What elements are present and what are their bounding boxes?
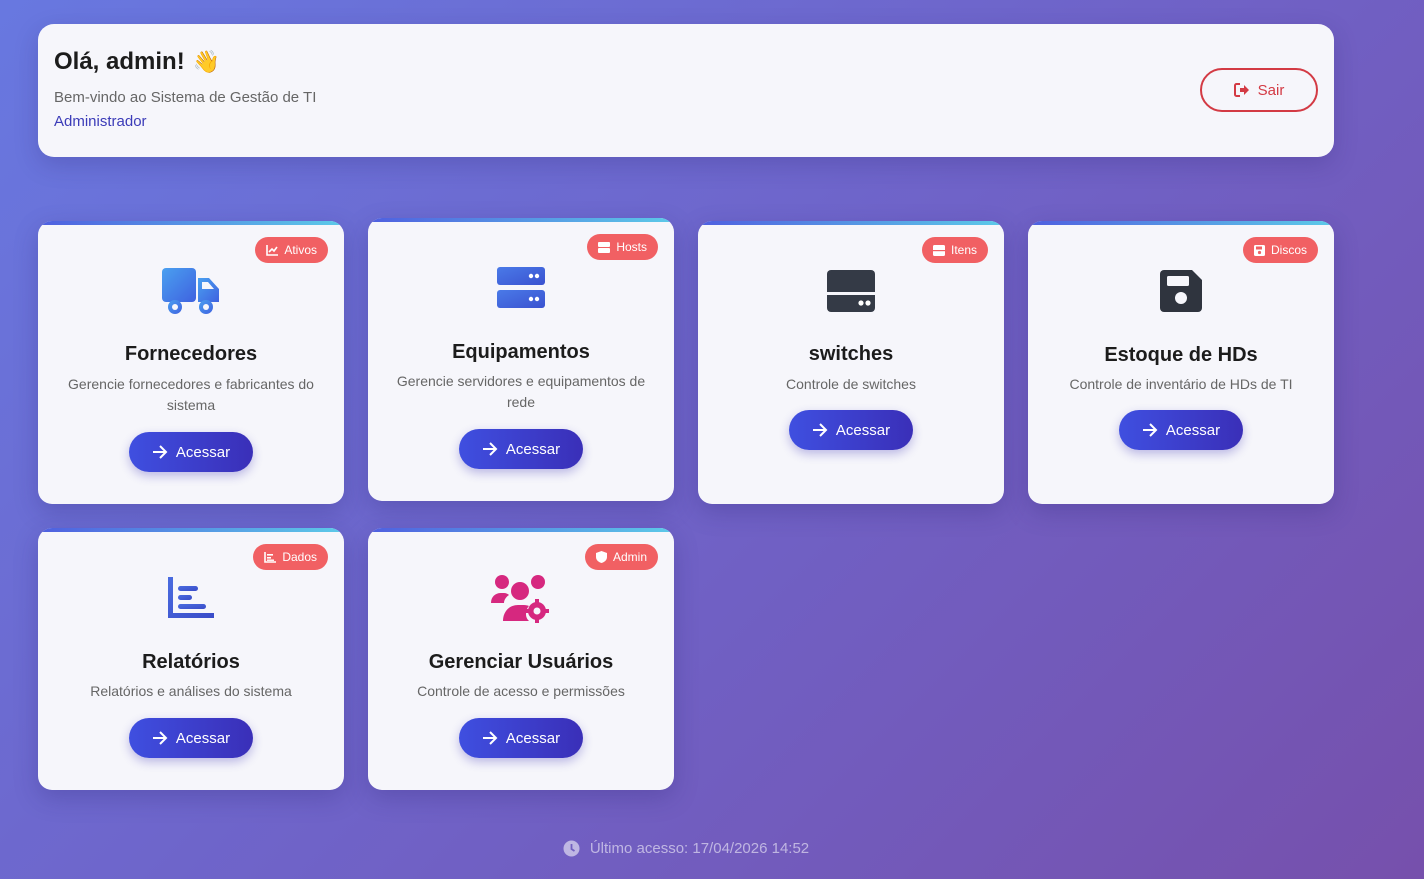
user-role: Administrador (54, 113, 147, 130)
welcome-subtitle: Bem-vindo ao Sistema de Gestão de TI (54, 89, 317, 106)
arrow-right-icon (482, 731, 498, 745)
arrow-right-icon (1142, 423, 1158, 437)
card-description: Controle de inventário de HDs de TI (1069, 376, 1293, 392)
status-badge: Dados (253, 544, 328, 570)
card-fornecedores: Ativos Fornecedores Gerencie fornecedore… (38, 221, 344, 504)
card-title: Equipamentos (452, 341, 590, 363)
arrow-right-icon (152, 731, 168, 745)
access-button[interactable]: Acessar (1119, 410, 1243, 450)
welcome-header: Olá, admin! 👋 Bem-vindo ao Sistema de Ge… (38, 24, 1334, 157)
access-button-label: Acessar (835, 421, 891, 439)
card-description: Gerencie servidores e equipamentos de re… (396, 373, 646, 410)
logout-button[interactable]: Sair (1200, 68, 1318, 112)
clock-icon (563, 840, 580, 857)
card-title: Gerenciar Usuários (428, 651, 614, 673)
arrow-right-icon (482, 442, 498, 456)
card-description: Gerencie fornecedores e fabricantes do s… (68, 376, 314, 413)
last-access-footer: Último acesso: 17/04/2026 14:52 (0, 840, 1372, 857)
card-estoque-hds: Discos Estoque de HDs Controle de invent… (1028, 221, 1334, 504)
card-gerenciar-usuarios: Admin Gerenciar Usuários Controle de ace… (368, 528, 674, 790)
access-button-label: Acessar (175, 729, 231, 747)
card-title: Estoque de HDs (1104, 344, 1258, 366)
access-button-label: Acessar (1165, 421, 1221, 439)
badge-label: Hosts (616, 240, 647, 254)
server-icon (497, 267, 545, 308)
access-button[interactable]: Acessar (129, 432, 253, 472)
status-badge: Ativos (255, 237, 328, 263)
logout-label: Sair (1257, 81, 1285, 99)
chart-bar-icon (264, 551, 277, 563)
badge-label: Admin (612, 550, 647, 564)
last-access-text: Último acesso: 17/04/2026 14:52 (589, 840, 810, 857)
access-button-label: Acessar (175, 443, 231, 461)
badge-label: Dados (282, 550, 317, 564)
sign-out-icon (1233, 83, 1249, 97)
access-button[interactable]: Acessar (789, 410, 913, 450)
arrow-right-icon (152, 445, 168, 459)
status-badge: Admin (584, 544, 658, 570)
floppy-icon (1253, 244, 1265, 256)
access-button-label: Acessar (505, 440, 561, 458)
card-description: Controle de acesso e permissões (417, 683, 625, 699)
switch-icon (827, 270, 875, 312)
floppy-disk-icon (1160, 270, 1202, 312)
access-button[interactable]: Acessar (129, 718, 253, 758)
card-relatorios: Dados Relatórios Relatórios e análises d… (38, 528, 344, 790)
greeting-text: Olá, admin! (54, 48, 185, 75)
truck-icon (162, 268, 219, 314)
arrow-right-icon (812, 423, 828, 437)
waving-hand-icon: 👋 (192, 49, 221, 74)
status-badge: Itens (921, 237, 988, 263)
greeting-title: Olá, admin! 👋 (54, 48, 220, 76)
chart-line-icon (266, 244, 279, 256)
access-button[interactable]: Acessar (459, 429, 583, 469)
status-badge: Hosts (587, 234, 658, 260)
bar-chart-icon (168, 577, 214, 618)
access-button-label: Acessar (505, 729, 561, 747)
badge-label: Ativos (284, 243, 317, 257)
status-badge: Discos (1242, 237, 1318, 263)
badge-label: Itens (950, 243, 977, 257)
server-icon (598, 241, 611, 253)
users-cog-icon (491, 575, 549, 623)
shield-icon (595, 551, 607, 563)
hdd-icon (932, 244, 945, 256)
card-title: Relatórios (142, 651, 240, 673)
card-description: Relatórios e análises do sistema (90, 683, 292, 699)
card-title: Fornecedores (124, 343, 258, 365)
badge-label: Discos (1270, 243, 1307, 257)
card-equipamentos: Hosts Equipamentos Gerencie servidores e… (368, 218, 674, 501)
access-button[interactable]: Acessar (459, 718, 583, 758)
card-title: switches (808, 343, 894, 365)
card-switches: Itens switches Controle de switches Aces… (698, 221, 1004, 504)
card-description: Controle de switches (786, 376, 916, 392)
